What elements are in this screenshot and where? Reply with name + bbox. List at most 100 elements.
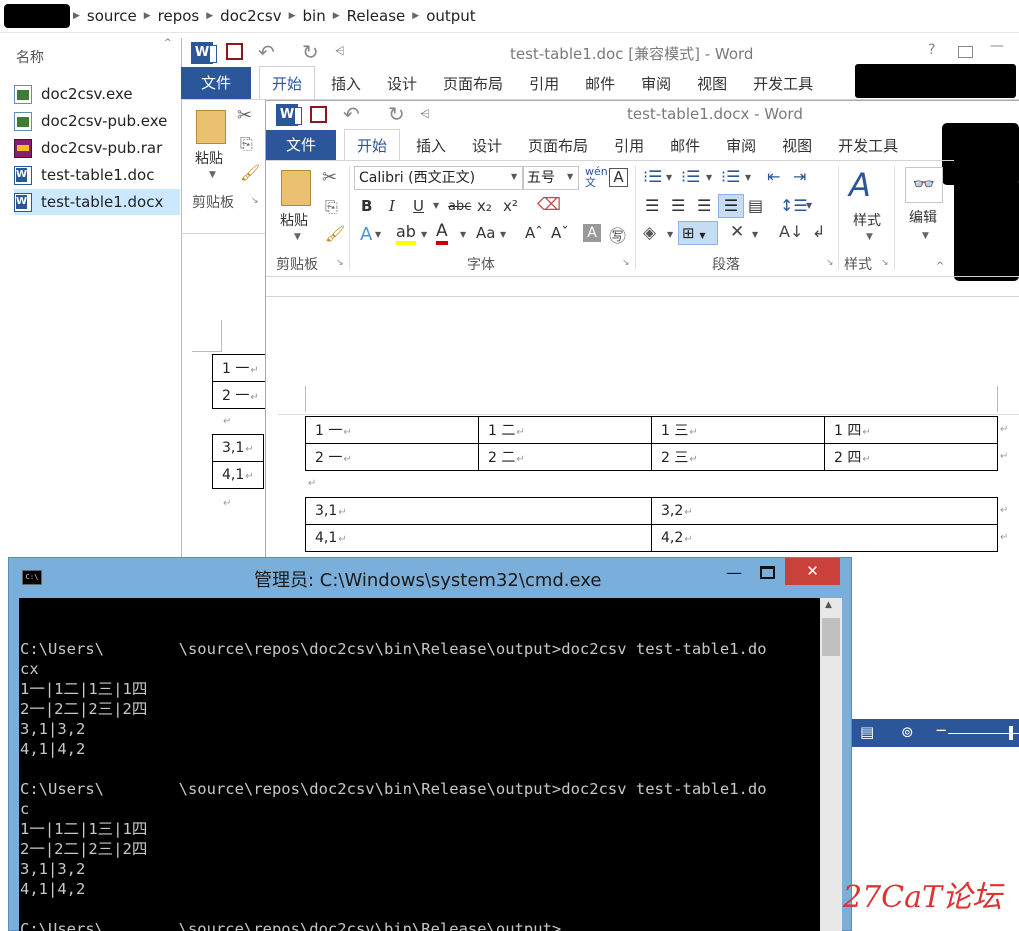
save-icon[interactable] (310, 106, 327, 123)
breadcrumb-bin[interactable]: bin (303, 7, 326, 25)
zoom-out-button[interactable]: − (935, 721, 948, 739)
tab-insert[interactable]: 插入 (331, 73, 361, 94)
chevron-down-icon[interactable]: ▼ (866, 232, 873, 242)
close-button[interactable]: ✕ (785, 558, 840, 585)
table-cell[interactable]: 3,1↵ (212, 434, 264, 462)
chevron-down-icon[interactable]: ▼ (667, 230, 673, 239)
paste-label[interactable]: 粘贴 (195, 148, 223, 168)
strikethrough-button[interactable]: abc (448, 199, 471, 214)
table-cell[interactable]: 4,2↵ (651, 524, 998, 552)
tab-developer[interactable]: 开发工具 (838, 135, 898, 156)
clear-formatting-icon[interactable]: ⌫ (537, 195, 561, 215)
show-marks-icon[interactable]: ↲ (812, 222, 825, 241)
numbering-icon[interactable]: ⁝☰ (681, 167, 700, 186)
help-button[interactable]: ? (928, 42, 935, 58)
scroll-up-icon[interactable]: ▲ (825, 600, 832, 610)
font-color-icon[interactable]: A (436, 221, 448, 245)
dialog-launcher-icon[interactable]: ↘ (336, 258, 344, 268)
copy-icon[interactable]: ⎘ (325, 197, 338, 217)
undo-icon[interactable]: ↶ (343, 102, 360, 126)
underline-button[interactable]: U (413, 197, 424, 215)
breadcrumb-source[interactable]: source (87, 7, 137, 25)
tab-file[interactable]: 文件 (266, 130, 336, 160)
change-case-icon[interactable]: Aa (476, 224, 495, 242)
borders-icon[interactable]: ⊞ ▼ (678, 221, 718, 245)
tab-references[interactable]: 引用 (529, 73, 559, 94)
decrease-indent-icon[interactable]: ⇤ (767, 167, 780, 186)
multilevel-list-icon[interactable]: ⁝☰ (721, 167, 740, 186)
chevron-down-icon[interactable]: ▼ (806, 201, 812, 210)
chevron-down-icon[interactable]: ▼ (511, 172, 517, 181)
table-cell[interactable]: 3,1↵ (305, 497, 652, 525)
chevron-down-icon[interactable]: ▼ (421, 230, 427, 239)
tab-references[interactable]: 引用 (614, 135, 644, 156)
format-painter-icon[interactable]: 🖌 (240, 163, 260, 182)
undo-icon[interactable]: ↶ (258, 40, 275, 64)
print-layout-icon[interactable]: ▤ (860, 723, 874, 741)
cut-icon[interactable]: ✂ (237, 105, 252, 126)
find-binoculars-icon[interactable]: 👓 (905, 167, 943, 203)
tab-file[interactable]: 文件 (181, 67, 251, 99)
file-item-doc2csv-pub-rar[interactable]: doc2csv-pub.rar (14, 135, 180, 161)
text-effects-icon[interactable]: A (360, 224, 372, 245)
table-cell[interactable]: 4,1↵ (305, 524, 652, 552)
tab-view[interactable]: 视图 (782, 135, 812, 156)
tab-design[interactable]: 设计 (472, 135, 502, 156)
customize-toolbar-icon[interactable]: ⩤ (335, 44, 345, 59)
styles-button[interactable]: 样式 (853, 210, 881, 230)
dialog-launcher-icon[interactable]: ↘ (622, 258, 630, 268)
align-center-icon[interactable]: ☰ (671, 196, 685, 215)
tab-developer[interactable]: 开发工具 (753, 73, 813, 94)
file-item-test-table1-doc[interactable]: test-table1.doc (14, 162, 180, 188)
distributed-icon[interactable]: ▤ (748, 196, 763, 215)
table-cell[interactable]: 1 三↵ (651, 416, 825, 444)
customize-toolbar-icon[interactable]: ⩤ (420, 107, 430, 122)
italic-button[interactable]: I (389, 197, 395, 215)
tab-review[interactable]: 审阅 (641, 73, 671, 94)
styles-icon[interactable]: A (849, 166, 871, 204)
table-cell[interactable]: 4,1↵ (212, 461, 264, 489)
grow-font-icon[interactable]: Aˆ (525, 224, 543, 242)
table-cell[interactable]: 3,2↵ (651, 497, 998, 525)
minimize-button[interactable]: — (990, 38, 1004, 54)
address-bar[interactable]: ▶ source ▶ repos ▶ doc2csv ▶ bin ▶ Relea… (0, 0, 1019, 33)
file-item-doc2csv-pub-exe[interactable]: doc2csv-pub.exe (14, 108, 180, 134)
enclose-characters-icon[interactable]: ㊢ (609, 222, 626, 247)
table-cell[interactable]: 2 一↵ (305, 443, 479, 471)
breadcrumb-repos[interactable]: repos (158, 7, 200, 25)
cmd-scrollbar[interactable]: ▲ (820, 598, 842, 931)
dialog-launcher-icon[interactable]: ↘ (826, 258, 834, 268)
shading-icon[interactable]: ◈ (643, 223, 656, 243)
chevron-down-icon[interactable]: ▼ (745, 173, 751, 182)
redo-icon[interactable]: ↻ (388, 102, 405, 126)
line-spacing-icon[interactable]: ↕☰ (780, 196, 808, 215)
file-item-doc2csv-exe[interactable]: doc2csv.exe (14, 81, 180, 107)
chevron-down-icon[interactable]: ▼ (666, 173, 672, 182)
table-cell[interactable]: 2 四↵ (824, 443, 998, 471)
tab-layout[interactable]: 页面布局 (443, 73, 503, 94)
shrink-font-icon[interactable]: Aˇ (551, 224, 569, 242)
dialog-launcher-icon[interactable]: ↘ (881, 258, 889, 268)
increase-indent-icon[interactable]: ⇥ (793, 167, 806, 186)
minimize-button[interactable]: — (726, 563, 742, 582)
zoom-slider-thumb[interactable] (1009, 726, 1013, 740)
breadcrumb-output[interactable]: output (426, 7, 475, 25)
dialog-launcher-icon[interactable]: ↘ (251, 196, 259, 206)
bullets-icon[interactable]: ⁝☰ (643, 167, 662, 186)
bold-button[interactable]: B (361, 197, 372, 215)
collapse-ribbon-icon[interactable]: ^ (936, 261, 944, 272)
justify-icon[interactable]: ☰ (718, 194, 744, 218)
editing-button[interactable]: 编辑 (909, 207, 937, 227)
format-painter-icon[interactable]: 🖌 (325, 224, 345, 243)
superscript-button[interactable]: x² (503, 197, 518, 215)
font-name-select[interactable]: Calibri (西文正文) (354, 166, 523, 190)
align-left-icon[interactable]: ☰ (645, 196, 659, 215)
breadcrumb-doc2csv[interactable]: doc2csv (220, 7, 281, 25)
chevron-down-icon[interactable]: ▼ (433, 201, 439, 210)
scrollbar-thumb[interactable] (822, 618, 840, 656)
table-cell[interactable]: 2 一↵ (212, 381, 269, 409)
chevron-down-icon[interactable]: ▼ (752, 230, 758, 239)
copy-icon[interactable]: ⎘ (240, 134, 253, 154)
tab-insert[interactable]: 插入 (416, 135, 446, 156)
chevron-down-icon[interactable]: ▼ (500, 230, 506, 239)
